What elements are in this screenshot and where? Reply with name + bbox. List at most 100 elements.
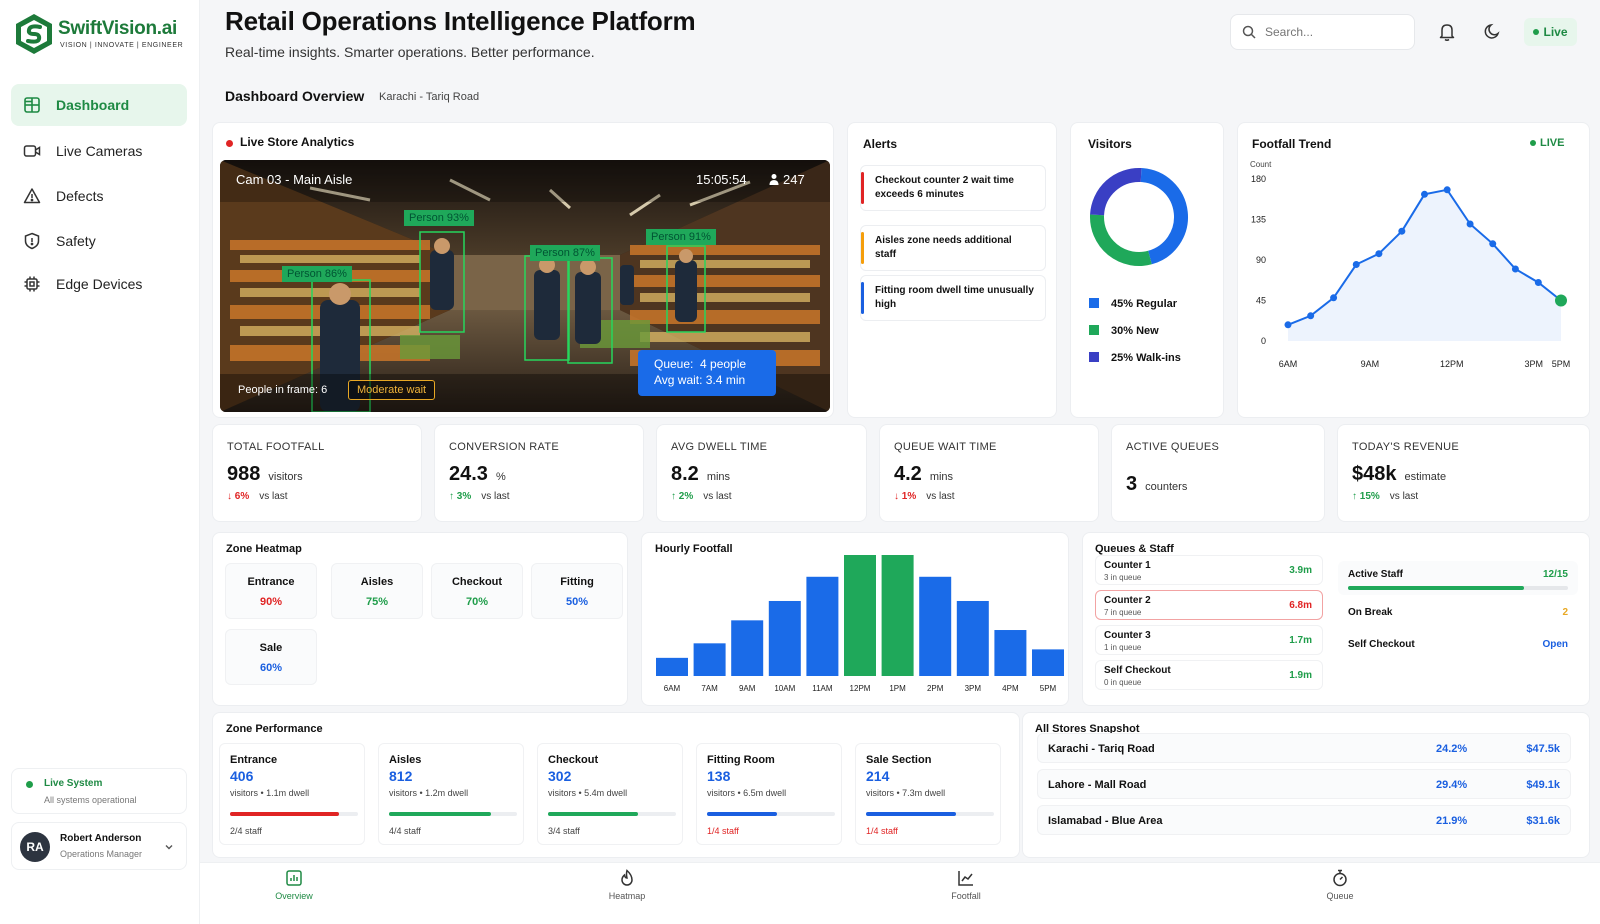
zone-staff: 1/4 staff [866,826,898,836]
donut-slice[interactable] [1090,214,1152,266]
sidebar-item-safety[interactable]: Safety [11,220,187,262]
hourly-bar[interactable] [956,600,989,676]
zone-progress-bar [548,812,676,816]
search-box [1230,14,1415,50]
hourly-bar[interactable] [881,555,914,676]
hourly-bar[interactable] [693,643,726,676]
trend-point[interactable] [1398,227,1406,235]
recording-dot-icon [226,140,233,147]
donut-slice[interactable] [1140,168,1188,265]
page-title: Retail Operations Intelligence Platform [225,6,696,36]
live-status-pill[interactable]: Live [1524,18,1577,46]
queue-counter-row[interactable]: Counter 1 3 in queue 3.9m [1095,555,1323,585]
bottom-nav-label: Overview [275,891,313,901]
kpi-card[interactable]: CONVERSION RATE 24.3% ↑ 3% vs last [434,424,644,522]
zone-performance-tile[interactable]: Checkout 302 visitors • 5.4m dwell 3/4 staf… [537,743,683,845]
kpi-unit: % [495,471,506,483]
trend-point[interactable] [1330,294,1338,302]
queue-counter-row[interactable]: Counter 3 1 in queue 1.7m [1095,625,1323,655]
trend-point[interactable] [1489,240,1497,248]
hourly-bar[interactable] [994,630,1027,676]
trend-point[interactable] [1443,186,1451,194]
user-profile-card[interactable]: RA Robert Anderson Operations Manager [11,822,187,870]
hourly-bar[interactable] [844,555,876,676]
zone-tile[interactable]: Checkout 70% [431,563,523,619]
kpi-card[interactable]: QUEUE WAIT TIME 4.2 mins ↓ 1% vs last [879,424,1099,522]
visitors-donut-chart [1090,168,1188,266]
kpi-value-row: 3 counters [1126,473,1187,496]
trend-point[interactable] [1555,294,1567,307]
queue-overlay: Queue: 4 people Avg wait: 3.4 min [638,350,776,396]
brand-logo[interactable]: SwiftVision.ai VISION | INNOVATE | ENGIN… [12,12,192,56]
zone-name: Checkout [451,576,503,588]
kpi-card[interactable]: ACTIVE QUEUES 3 counters [1111,424,1325,522]
x-tick-label: 6AM [664,684,681,693]
queue-counter-row[interactable]: Self Checkout 0 in queue 1.9m [1095,660,1323,690]
hourly-bar[interactable] [768,600,801,676]
zone-performance-tile[interactable]: Sale Section 214 visitors • 7.3m dwell 1/4 … [855,743,1001,845]
alert-item[interactable]: Fitting room dwell time unusually high [860,275,1046,321]
store-row[interactable]: Lahore - Mall Road 29.4% $49.1k [1037,769,1571,799]
kpi-card[interactable]: TODAY'S REVENUE $48k estimate ↑ 15% vs last [1337,424,1590,522]
hourly-bar[interactable] [1032,649,1064,676]
sidebar-item-dashboard[interactable]: Dashboard [11,84,187,126]
sidebar-item-edge-devices[interactable]: Edge Devices [11,263,187,305]
trend-point[interactable] [1511,265,1519,273]
kpi-label: AVG DWELL TIME [671,441,768,453]
sidebar-item-live-cameras[interactable]: Live Cameras [11,130,187,172]
kpi-value: 3 [1126,473,1138,495]
bottom-nav-queue[interactable]: Queue [1290,863,1390,924]
zone-tile[interactable]: Aisles 75% [331,563,423,619]
zone-tile[interactable]: Entrance 90% [225,563,317,619]
search-input[interactable] [1230,14,1415,50]
store-row[interactable]: Karachi - Tariq Road 24.2% $47.5k [1037,733,1571,763]
bottom-nav-footfall[interactable]: Footfall [916,863,1016,924]
live-label: Live [1543,25,1568,39]
hourly-bar[interactable] [656,657,688,676]
zone-performance-tile[interactable]: Entrance 406 visitors • 1.1m dwell 2/4 staf… [219,743,365,845]
zone-tile[interactable]: Sale 60% [225,629,317,685]
x-tick-label: 3PM [1524,359,1543,369]
zone-dwell: visitors • 1.2m dwell [389,788,469,798]
store-row[interactable]: Islamabad - Blue Area 21.9% $31.6k [1037,805,1571,835]
store-name: Lahore - Mall Road [1048,779,1147,791]
bell-icon[interactable] [1438,22,1456,42]
alert-item[interactable]: Aisles zone needs additional staff [860,225,1046,271]
zone-tile[interactable]: Fitting 50% [531,563,623,619]
hourly-bar[interactable] [919,576,952,676]
zone-name: Fitting Room [707,754,775,766]
search-icon [1242,25,1256,39]
zone-performance-tile[interactable]: Aisles 812 visitors • 1.2m dwell 4/4 staff [378,743,524,845]
trend-point[interactable] [1466,220,1474,228]
overview-location[interactable]: Karachi - Tariq Road [379,91,479,103]
detection-label: Person 86% [282,266,352,282]
sidebar-item-defects[interactable]: Defects [11,175,187,217]
camera-feed[interactable]: Cam 03 - Main Aisle 15:05:54 247 Person … [220,160,830,412]
moon-icon[interactable] [1484,22,1502,40]
kpi-label: TOTAL FOOTFALL [227,441,325,453]
queue-counter-row[interactable]: Counter 2 7 in queue 6.8m [1095,590,1323,620]
kpi-card[interactable]: TOTAL FOOTFALL 988 visitors ↓ 6% vs last [212,424,422,522]
trend-point[interactable] [1307,312,1315,320]
bottom-nav-overview[interactable]: Overview [244,863,344,924]
alert-item[interactable]: Checkout counter 2 wait time exceeds 6 m… [860,165,1046,211]
trend-point[interactable] [1534,279,1542,286]
zone-name: Entrance [230,754,278,766]
counter-wait-time: 6.8m [1289,600,1312,611]
counter-queue-count: 3 in queue [1104,573,1142,582]
hourly-bar[interactable] [731,620,764,676]
donut-slice[interactable] [1090,168,1142,216]
chevron-down-icon[interactable] [164,842,174,852]
trend-point[interactable] [1375,250,1383,258]
trend-point[interactable] [1284,321,1292,329]
bottom-nav-heatmap[interactable]: Heatmap [577,863,677,924]
zone-performance-card: Zone Performance Entrance 406 visitors • 1… [212,712,1020,858]
kpi-delta-value: 6% [234,491,250,502]
y-tick-label: 90 [1256,255,1266,265]
trend-point[interactable] [1352,261,1360,268]
hourly-bar[interactable] [806,576,839,676]
shield-icon [24,232,40,250]
zone-performance-tile[interactable]: Fitting Room 138 visitors • 6.5m dwell 1/4 … [696,743,842,845]
kpi-card[interactable]: AVG DWELL TIME 8.2 mins ↑ 2% vs last [656,424,867,522]
trend-point[interactable] [1421,190,1428,198]
